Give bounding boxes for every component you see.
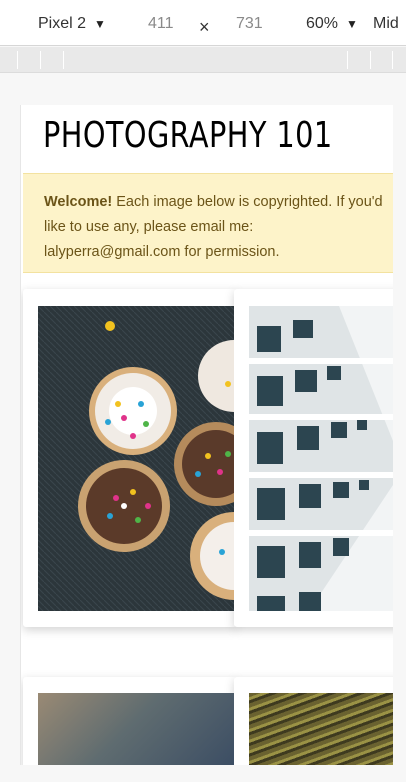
cupcakes-photo[interactable] [38,306,234,611]
cupcakes-photo-art [38,306,234,611]
welcome-notice: Welcome! Each image below is copyrighted… [23,173,393,273]
media-query-divider [347,51,348,69]
zoom-select[interactable]: 60% ▼ [306,15,358,33]
building-photo[interactable] [249,306,393,611]
device-toolbar: Pixel 2 ▼ 411 × 731 60% ▼ Mid [0,0,406,46]
welcome-heading: Welcome! [44,194,113,210]
artwork-photo[interactable] [38,693,234,765]
throttle-select[interactable]: Mid [373,15,399,33]
media-query-divider [392,51,393,69]
height-input[interactable]: 731 [236,15,263,33]
media-query-divider [370,51,371,69]
media-query-divider [17,51,18,69]
canvas-bottom-strip [20,765,393,782]
caret-down-icon: ▼ [346,17,358,31]
device-select[interactable]: Pixel 2 ▼ [38,15,106,33]
media-query-bar[interactable] [0,47,406,73]
media-query-divider [40,51,41,69]
emulated-viewport: PHOTOGRAPHY 101 Welcome! Each image belo… [20,105,393,765]
width-input[interactable]: 411 [148,15,174,33]
page-title: PHOTOGRAPHY 101 [43,115,333,156]
media-query-divider [63,51,64,69]
grass-photo[interactable] [249,693,393,765]
building-photo-art [249,306,393,611]
device-name: Pixel 2 [38,15,87,32]
zoom-value: 60% [306,15,339,32]
caret-down-icon: ▼ [94,17,106,31]
times-separator: × [199,17,210,37]
